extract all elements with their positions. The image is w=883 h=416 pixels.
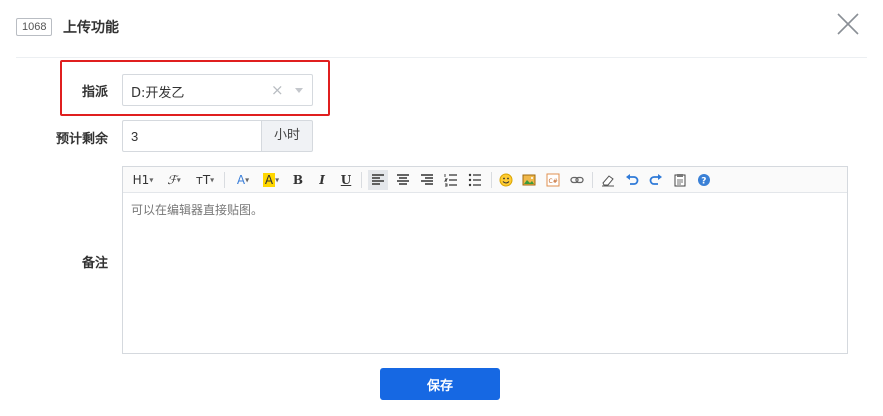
chevron-down-icon: ▾ xyxy=(245,175,250,185)
align-center-icon xyxy=(397,174,409,185)
editor-toolbar: H1▾ ℱ▾ тT▾ A▾ A ▾ B I U C# ? xyxy=(123,167,847,193)
heading-label: H1 xyxy=(132,173,150,187)
help-icon: ? xyxy=(698,174,710,187)
assign-select-value: D:开发乙 xyxy=(131,86,185,101)
chevron-down-icon: ▾ xyxy=(149,175,154,185)
header-divider xyxy=(16,57,867,58)
align-right-icon xyxy=(421,174,433,185)
rich-text-editor[interactable]: H1▾ ℱ▾ тT▾ A▾ A ▾ B I U C# ? 可以在编辑器直接贴图。 xyxy=(122,166,848,354)
font-family-label: ℱ xyxy=(167,173,177,187)
redo-button[interactable] xyxy=(647,170,665,190)
font-size-button[interactable]: тT▾ xyxy=(193,170,217,190)
remaining-hours-input[interactable] xyxy=(122,120,262,152)
align-left-icon xyxy=(372,174,384,185)
chevron-down-icon: ▾ xyxy=(210,175,215,185)
save-button[interactable]: 保存 xyxy=(380,368,500,400)
clipboard-icon xyxy=(674,174,686,187)
hours-unit: 小时 xyxy=(261,120,313,152)
modal-title: 上传功能 xyxy=(63,20,119,36)
align-right-button[interactable] xyxy=(417,170,437,190)
modal-header: 1068 上传功能 xyxy=(0,0,883,58)
toolbar-separator xyxy=(361,172,362,188)
toolbar-separator xyxy=(491,172,492,188)
close-icon[interactable] xyxy=(835,11,861,37)
clear-format-button[interactable] xyxy=(599,170,617,190)
heading-button[interactable]: H1▾ xyxy=(131,170,155,190)
bold-button[interactable]: B xyxy=(291,170,305,190)
code-button[interactable]: C# xyxy=(544,170,562,190)
eraser-icon xyxy=(602,175,614,187)
font-color-button[interactable]: A▾ xyxy=(233,170,253,190)
svg-text:?: ? xyxy=(701,177,706,187)
font-size-label: тT xyxy=(195,173,211,187)
chevron-down-icon: ▾ xyxy=(275,175,280,185)
redo-icon xyxy=(649,174,662,185)
link-button[interactable] xyxy=(568,170,586,190)
bg-color-label: A xyxy=(262,173,276,187)
emoji-button[interactable] xyxy=(497,170,515,190)
help-button[interactable]: ? xyxy=(695,170,713,190)
underline-button[interactable]: U xyxy=(339,170,353,190)
svg-text:C#: C# xyxy=(549,178,558,185)
font-color-label: A xyxy=(236,173,246,187)
assign-select[interactable]: D:开发乙 × xyxy=(122,74,313,106)
emoji-icon xyxy=(499,173,513,187)
image-icon xyxy=(522,174,536,186)
toolbar-separator xyxy=(592,172,593,188)
bullet-list-button[interactable] xyxy=(465,170,485,190)
ordered-list-icon xyxy=(444,174,457,187)
bullet-list-icon xyxy=(468,173,481,187)
notes-label: 备注 xyxy=(82,256,109,271)
editor-placeholder: 可以在编辑器直接贴图。 xyxy=(131,203,264,217)
align-left-button[interactable] xyxy=(368,170,388,190)
insert-image-button[interactable] xyxy=(520,170,538,190)
clear-icon[interactable]: × xyxy=(271,81,284,99)
chevron-down-icon: ▾ xyxy=(176,175,181,185)
link-icon xyxy=(570,176,584,184)
remaining-label: 预计剩余 xyxy=(56,132,109,147)
task-id-badge: 1068 xyxy=(16,18,53,36)
paste-text-button[interactable] xyxy=(671,170,689,190)
undo-icon xyxy=(626,174,639,185)
align-center-button[interactable] xyxy=(393,170,413,190)
close-button[interactable] xyxy=(835,11,861,37)
undo-button[interactable] xyxy=(623,170,641,190)
ordered-list-button[interactable] xyxy=(441,170,461,190)
toolbar-separator xyxy=(224,172,225,188)
bg-color-button[interactable]: A ▾ xyxy=(260,170,282,190)
code-icon: C# xyxy=(546,173,560,187)
italic-button[interactable]: I xyxy=(315,170,329,190)
font-family-button[interactable]: ℱ▾ xyxy=(163,170,185,190)
chevron-down-icon[interactable] xyxy=(295,88,303,93)
